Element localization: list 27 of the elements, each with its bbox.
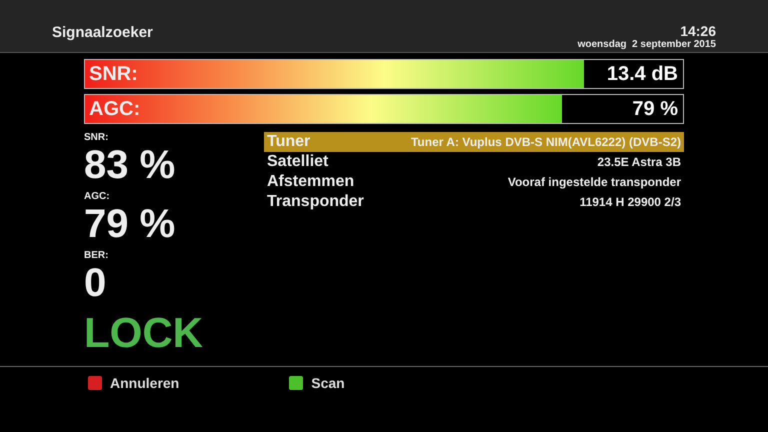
info-row[interactable]: Transponder 11914 H 29900 2/3 [264, 192, 684, 212]
info-value: 11914 H 29900 2/3 [580, 195, 681, 209]
info-value: Tuner A: Vuplus DVB-S NIM(AVL6222) (DVB-S2) [410, 135, 681, 149]
clock-date: woensdag 2 september 2015 [578, 39, 716, 50]
stat-label: SNR: [84, 132, 110, 143]
info-label: Afstemmen [267, 173, 354, 191]
button-label[interactable]: Annuleren [110, 375, 180, 391]
info-label: Satelliet [267, 153, 328, 171]
info-label: Transponder [267, 193, 364, 211]
stat-value: 79 % [84, 202, 176, 246]
meter-label: AGC: [89, 98, 140, 121]
clock-time: 14:26 [680, 23, 716, 39]
stat-value: 0 [84, 261, 108, 305]
meter-label: SNR: [89, 63, 138, 86]
meter-reading: 79 % [632, 98, 678, 121]
window-title: Signaalzoeker [52, 24, 153, 41]
info-value: 23.5E Astra 3B [597, 155, 681, 169]
info-row[interactable]: Afstemmen Vooraf ingestelde transponder [264, 172, 684, 192]
lock-status: LOCK [84, 309, 204, 357]
button-label[interactable]: Scan [311, 375, 345, 391]
info-row[interactable]: Satelliet 23.5E Astra 3B [264, 152, 684, 172]
stat-label: AGC: [84, 191, 111, 202]
stat-label: BER: [84, 250, 110, 261]
info-value: Vooraf ingestelde transponder [508, 175, 681, 189]
info-label: Tuner [267, 133, 310, 151]
stat-value: 83 % [84, 143, 176, 187]
meter-reading: 13.4 dB [606, 63, 678, 86]
